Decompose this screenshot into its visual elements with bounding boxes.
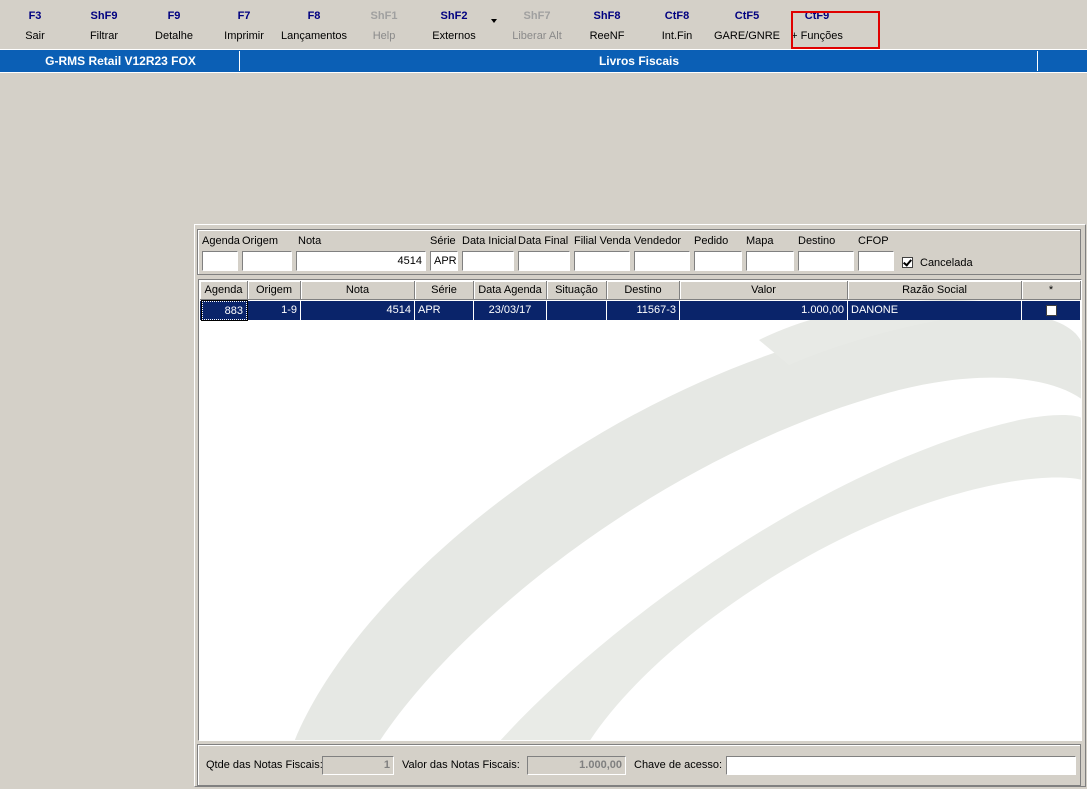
- button-label: Help: [372, 30, 396, 42]
- destino-field[interactable]: [798, 251, 854, 271]
- valor-value: 1.000,00: [527, 756, 626, 775]
- print-button[interactable]: F7 Imprimir: [209, 0, 279, 47]
- cell-agenda[interactable]: 883: [201, 300, 248, 321]
- function-key-toolbar: F3 Sair ShF9 Filtrar F9 Detalhe F7 Impri…: [0, 0, 1087, 49]
- column-header-agenda[interactable]: Agenda: [200, 281, 248, 300]
- column-header-nota[interactable]: Nota: [301, 281, 415, 300]
- chave-field[interactable]: [726, 756, 1076, 775]
- button-label: ReeNF: [589, 30, 625, 42]
- data-final-field[interactable]: [518, 251, 570, 271]
- page-title: Livros Fiscais: [241, 51, 1038, 71]
- key-label: F3: [28, 10, 42, 22]
- key-label: ShF8: [593, 10, 621, 22]
- nota-field[interactable]: 4514: [296, 251, 426, 271]
- help-button[interactable]: ShF1 Help: [349, 0, 419, 47]
- qtde-label: Qtde das Notas Fiscais:: [206, 759, 323, 771]
- filial-venda-field[interactable]: [574, 251, 630, 271]
- agenda-label: Agenda: [202, 235, 240, 247]
- table-row[interactable]: 883 1-9 4514 APR 23/03/17 11567-3 1.000,…: [200, 300, 1080, 321]
- mapa-label: Mapa: [746, 235, 774, 247]
- cell-destino[interactable]: 11567-3: [607, 301, 680, 320]
- button-label: Sair: [25, 30, 45, 42]
- button-label: Externos: [432, 30, 476, 42]
- serie-label: Série: [430, 235, 456, 247]
- release-change-button[interactable]: ShF7 Liberar Alt: [502, 0, 572, 47]
- serie-field[interactable]: APR: [430, 251, 458, 271]
- column-header-situacao[interactable]: Situação: [547, 281, 607, 300]
- key-label: CtF5: [734, 10, 760, 22]
- button-label: Detalhe: [155, 30, 193, 42]
- title-bar: G-RMS Retail V12R23 FOX Livros Fiscais: [0, 49, 1087, 73]
- destino-label: Destino: [798, 235, 836, 247]
- data-final-label: Data Final: [518, 235, 569, 247]
- pedido-field[interactable]: [694, 251, 742, 271]
- column-header-valor[interactable]: Valor: [680, 281, 848, 300]
- cell-data-agenda[interactable]: 23/03/17: [474, 301, 547, 320]
- filter-button[interactable]: ShF9 Filtrar: [69, 0, 139, 47]
- key-label: F9: [167, 10, 181, 22]
- gare-gnre-button[interactable]: CtF5 GARE/GNRE: [712, 0, 782, 47]
- data-inicial-field[interactable]: [462, 251, 514, 271]
- nota-label: Nota: [298, 235, 322, 247]
- entries-button[interactable]: F8 Lançamentos: [279, 0, 349, 47]
- button-label: Lançamentos: [280, 30, 348, 42]
- qtde-value: 1: [322, 756, 394, 775]
- fiscal-notes-grid[interactable]: Agenda Origem Nota Série Data Agenda Sit…: [198, 279, 1082, 741]
- int-fin-button[interactable]: CtF8 Int.Fin: [642, 0, 712, 47]
- chave-label: Chave de acesso:: [634, 759, 723, 771]
- button-label: Filtrar: [89, 30, 119, 42]
- vendedor-field[interactable]: [634, 251, 690, 271]
- cell-serie[interactable]: APR: [415, 301, 474, 320]
- reenf-button[interactable]: ShF8 ReeNF: [572, 0, 642, 47]
- cell-valor[interactable]: 1.000,00: [680, 301, 848, 320]
- column-header-destino[interactable]: Destino: [607, 281, 680, 300]
- app-title: G-RMS Retail V12R23 FOX: [2, 51, 240, 71]
- button-label: Imprimir: [224, 30, 264, 42]
- key-label: F7: [237, 10, 251, 22]
- origem-label: Origem: [242, 235, 279, 247]
- data-inicial-label: Data Inicial: [462, 235, 517, 247]
- key-label: ShF1: [370, 10, 398, 22]
- cfop-field[interactable]: [858, 251, 894, 271]
- checkmark-icon: [903, 257, 912, 267]
- key-label: CtF8: [664, 10, 690, 22]
- cancelada-label: Cancelada: [920, 257, 973, 269]
- column-header-razao-social[interactable]: Razão Social: [848, 281, 1022, 300]
- detail-button[interactable]: F9 Detalhe: [139, 0, 209, 47]
- column-header-flag[interactable]: *: [1022, 281, 1081, 300]
- valor-label: Valor das Notas Fiscais:: [402, 759, 520, 771]
- filial-venda-label: Filial Venda: [574, 235, 631, 247]
- exit-button[interactable]: F3 Sair: [0, 0, 70, 47]
- key-label: ShF9: [90, 10, 118, 22]
- cell-razao-social[interactable]: DANONE: [848, 301, 1022, 320]
- column-header-serie[interactable]: Série: [415, 281, 474, 300]
- button-label: Int.Fin: [661, 30, 693, 42]
- key-label: ShF7: [523, 10, 551, 22]
- cancelada-checkbox[interactable]: [902, 257, 913, 268]
- pedido-label: Pedido: [694, 235, 729, 247]
- column-header-origem[interactable]: Origem: [248, 281, 301, 300]
- external-button[interactable]: ShF2 Externos: [419, 0, 489, 47]
- agenda-field[interactable]: [202, 251, 238, 271]
- button-label: Liberar Alt: [512, 30, 562, 42]
- vendedor-label: Vendedor: [634, 235, 682, 247]
- cell-nota[interactable]: 4514: [301, 301, 415, 320]
- mapa-field[interactable]: [746, 251, 794, 271]
- cell-situacao[interactable]: [547, 301, 607, 320]
- column-header-data-agenda[interactable]: Data Agenda: [474, 281, 547, 300]
- dropdown-caret-icon[interactable]: [491, 19, 497, 23]
- button-label: GARE/GNRE: [713, 30, 780, 42]
- row-flag-checkbox[interactable]: [1046, 305, 1057, 316]
- annotation-highlight-box: [791, 11, 880, 49]
- cell-origem[interactable]: 1-9: [248, 301, 301, 320]
- origem-field[interactable]: [242, 251, 292, 271]
- key-label: F8: [307, 10, 321, 22]
- cfop-label: CFOP: [858, 235, 889, 247]
- key-label: ShF2: [440, 10, 468, 22]
- background-swoosh-watermark: [294, 300, 1081, 740]
